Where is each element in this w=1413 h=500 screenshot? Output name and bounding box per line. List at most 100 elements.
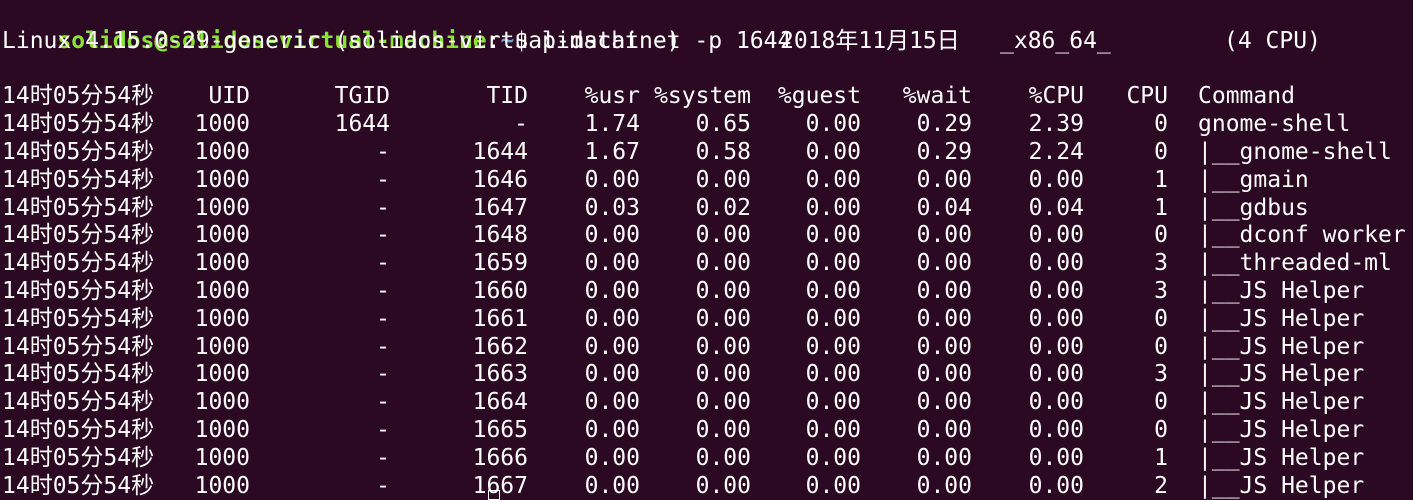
cell-tgid: - [376, 472, 390, 499]
cell-tid: 1664 [472, 389, 528, 416]
table-body: 14时05分54秒 1000 1644-1.74 0.65 0.00 0.29 2.39 0 g… [2, 111, 1413, 500]
cell-time: 14时05分54秒 [2, 277, 155, 304]
cell-uid: 1000 [194, 277, 250, 304]
cell-tgid: - [376, 250, 390, 277]
cell-uid: 1000 [194, 250, 250, 277]
cell-system: 0.00 [695, 444, 751, 471]
cell-tid: 1661 [472, 305, 528, 332]
cell-cpu-pct: 0.00 [1028, 361, 1084, 388]
cell-cpu-pct: 0.00 [1028, 277, 1084, 304]
cell-cpu: 0 [1154, 389, 1168, 416]
cell-tid: 1666 [472, 444, 528, 471]
cell-tid: 1644 [472, 138, 528, 165]
terminal-window[interactable]: solidos@solidos-virtual-machine:~$ pidst… [0, 0, 1413, 500]
table-row: 14时05分54秒 1000 - 1644 1.67 0.58 0.00 0.29 2.24 0 |… [2, 139, 1413, 167]
table-row: 14时05分54秒 1000 1644 - 1.74 0.65 0.00 0.29 2.39 0 g… [2, 111, 1413, 139]
cell-uid: 1000 [194, 194, 250, 221]
cell-tgid: 1644 [334, 111, 390, 138]
cell-time: 14时05分54秒 [2, 138, 155, 165]
cell-cpu-pct: 0.00 [1028, 416, 1084, 443]
cell-cpu: 1 [1154, 194, 1168, 221]
cell-usr: 0.03 [584, 194, 640, 221]
cell-command: |__gnome-shell [1198, 138, 1392, 165]
cell-system: 0.00 [695, 250, 751, 277]
cell-system: 0.00 [695, 333, 751, 360]
table-row: 14时05分54秒 1000 - 1664 0.00 0.00 0.00 0.00 0.00 0 |… [2, 389, 1413, 417]
cell-uid: 1000 [194, 305, 250, 332]
cell-time: 14时05分54秒 [2, 361, 155, 388]
cell-system: 0.00 [695, 305, 751, 332]
cell-cpu-pct: 0.00 [1028, 444, 1084, 471]
cell-command: gnome-shell [1198, 111, 1351, 138]
cell-command: |__dconf worker [1198, 222, 1406, 249]
cell-wait: 0.00 [916, 222, 972, 249]
cell-guest: 0.00 [805, 194, 861, 221]
cell-guest: 0.00 [805, 305, 861, 332]
cell-uid: 1000 [194, 389, 250, 416]
cell-tid: 1659 [472, 250, 528, 277]
cell-uid: 1000 [194, 222, 250, 249]
arch-info: _x86_64_ [1000, 27, 1111, 54]
header-wait: %wait [902, 83, 972, 110]
cell-guest: 0.00 [805, 222, 861, 249]
cell-wait: 0.00 [916, 305, 972, 332]
cell-cpu: 0 [1154, 416, 1168, 443]
cell-tid: - [514, 111, 528, 138]
cell-usr: 1.74 [584, 111, 640, 138]
cell-command: |__JS Helper [1198, 389, 1365, 416]
cell-usr: 0.00 [584, 305, 640, 332]
cell-cpu: 3 [1154, 361, 1168, 388]
table-row: 14时05分54秒 1000 - 1646 0.00 0.00 0.00 0.00 0.00 1 |… [2, 167, 1413, 195]
table-row: 14时05分54秒 1000 - 1648 0.00 0.00 0.00 0.00 0.00 0 |… [2, 222, 1413, 250]
table-row: 14时05分54秒 1000 - 1647 0.03 0.02 0.00 0.04 0.04 1 |… [2, 195, 1413, 223]
table-row: 14时05分54秒 1000 - 1662 0.00 0.00 0.00 0.00 0.00 0 |… [2, 334, 1413, 362]
cell-time: 14时05分54秒 [2, 305, 155, 332]
header-tgid: TGID [334, 83, 390, 110]
header-cpu: CPU [1126, 83, 1168, 110]
cell-usr: 0.00 [584, 250, 640, 277]
cell-system: 0.00 [695, 277, 751, 304]
cell-cpu-pct: 0.04 [1028, 194, 1084, 221]
cell-tid: 1667 [472, 472, 528, 499]
cell-tid: 1665 [472, 416, 528, 443]
cell-cpu-pct: 0.00 [1028, 333, 1084, 360]
cell-usr: 0.00 [584, 166, 640, 193]
cell-tid: 1646 [472, 166, 528, 193]
text-cursor [488, 490, 500, 500]
cell-wait: 0.00 [916, 166, 972, 193]
cell-system: 0.58 [695, 138, 751, 165]
cell-time: 14时05分54秒 [2, 333, 155, 360]
cell-guest: 0.00 [805, 389, 861, 416]
cell-usr: 0.00 [584, 222, 640, 249]
cell-tgid: - [376, 361, 390, 388]
cell-cpu: 3 [1154, 250, 1168, 277]
cell-wait: 0.00 [916, 250, 972, 277]
cell-cpu: 2 [1154, 472, 1168, 499]
header-time: 14时05分54秒 [2, 83, 155, 110]
cell-tgid: - [376, 333, 390, 360]
cell-tgid: - [376, 166, 390, 193]
cell-system: 0.00 [695, 222, 751, 249]
cell-command: |__JS Helper [1198, 305, 1365, 332]
cell-system: 0.00 [695, 361, 751, 388]
prompt-line: solidos@solidos-virtual-machine:~$ pidst… [2, 0, 1413, 54]
cell-guest: 0.00 [805, 138, 861, 165]
cell-usr: 0.00 [584, 361, 640, 388]
cell-tgid: - [376, 444, 390, 471]
cell-system: 0.00 [695, 389, 751, 416]
cell-time: 14时05分54秒 [2, 444, 155, 471]
cell-cpu-pct: 0.00 [1028, 472, 1084, 499]
cell-wait: 0.29 [916, 111, 972, 138]
header-uid: UID [208, 83, 250, 110]
cell-system: 0.00 [695, 472, 751, 499]
table-header: 14时05分54秒 UID TGID TID %usr %system %gue… [2, 83, 1413, 111]
cell-guest: 0.00 [805, 472, 861, 499]
cell-cpu: 0 [1154, 305, 1168, 332]
table-row: 14时05分54秒 1000 - 1661 0.00 0.00 0.00 0.00 0.00 0 |… [2, 306, 1413, 334]
cell-tgid: - [376, 305, 390, 332]
cell-uid: 1000 [194, 111, 250, 138]
cell-uid: 1000 [194, 166, 250, 193]
cell-system: 0.00 [695, 416, 751, 443]
table-row: 14时05分54秒 1000 - 1660 0.00 0.00 0.00 0.00 0.00 3 |… [2, 278, 1413, 306]
